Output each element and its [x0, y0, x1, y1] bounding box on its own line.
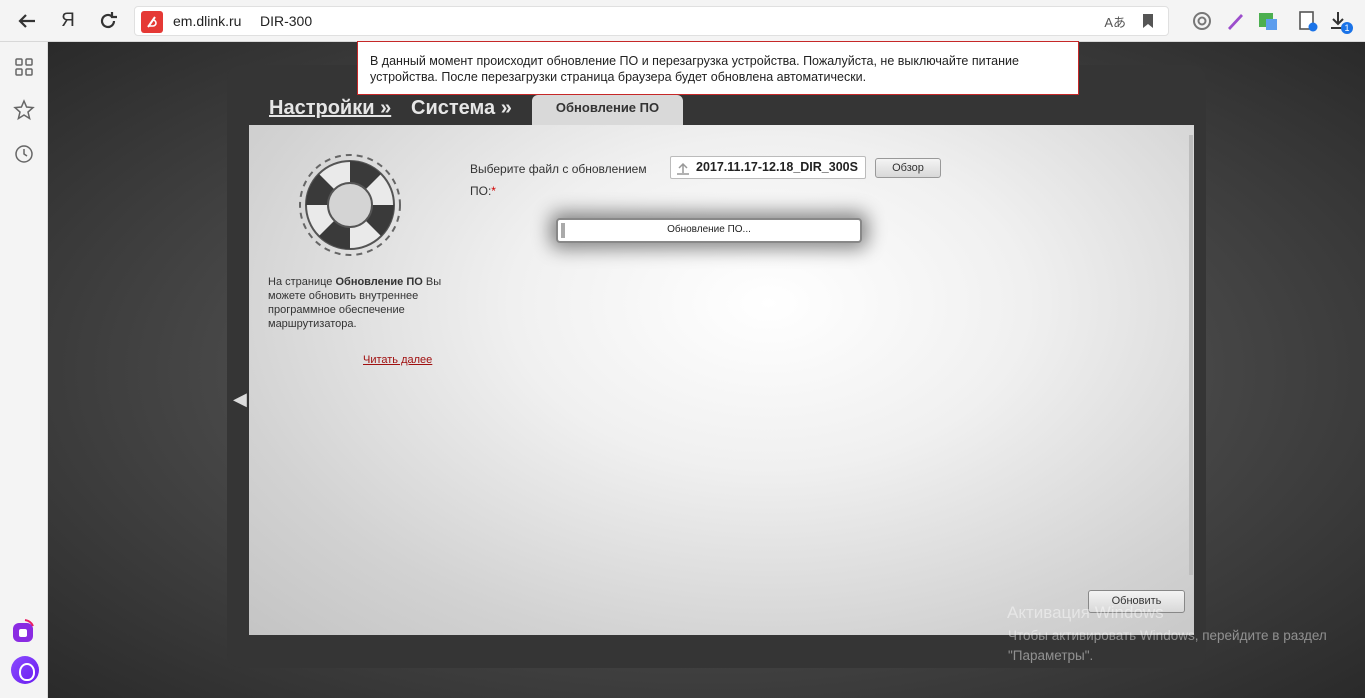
- tab-extension-icon[interactable]: [1297, 10, 1319, 32]
- breadcrumb-settings[interactable]: Настройки »: [269, 97, 391, 120]
- file-field-label: Выберите файл с обновлением ПО:*: [470, 158, 660, 202]
- description-bold: Обновление ПО: [335, 276, 423, 288]
- alice-media-icon[interactable]: [11, 618, 37, 644]
- file-label-text: Выберите файл с обновлением ПО:: [470, 162, 647, 198]
- back-arrow-icon[interactable]: [14, 8, 40, 34]
- address-host: em.dlink.ru: [173, 13, 242, 29]
- required-mark: *: [491, 184, 496, 198]
- browser-sidebar: [0, 42, 48, 698]
- yandex-logo-icon[interactable]: Я: [55, 8, 81, 34]
- upload-icon: [677, 162, 689, 175]
- address-page-title: DIR-300: [260, 13, 313, 29]
- favorites-star-icon[interactable]: [13, 99, 35, 121]
- bookmark-icon[interactable]: [1142, 13, 1154, 29]
- tabs-grid-icon[interactable]: [13, 56, 35, 78]
- protect-extension-icon[interactable]: [1191, 10, 1213, 32]
- activation-watermark-text: Чтобы активировать Windows, перейдите в …: [1008, 628, 1327, 663]
- downloads-button[interactable]: 1: [1328, 10, 1353, 34]
- android-extension-icon[interactable]: [1257, 10, 1279, 32]
- alice-assistant-icon[interactable]: [11, 656, 39, 684]
- download-count-badge: 1: [1341, 22, 1353, 34]
- reboot-notice: В данный момент происходит обновление ПО…: [357, 41, 1079, 95]
- lifebuoy-icon: [299, 154, 401, 256]
- history-clock-icon[interactable]: [13, 143, 35, 165]
- breadcrumb-system: Система »: [411, 97, 512, 119]
- router-frame: Настройки » Система » Обновление ПО На с…: [227, 65, 1206, 668]
- browser-toolbar: Я em.dlink.ru DIR-300 Aあ 1: [0, 0, 1365, 42]
- collapse-menu-arrow-icon[interactable]: ◀: [233, 389, 247, 410]
- reload-icon[interactable]: [95, 8, 121, 34]
- site-security-icon[interactable]: [141, 11, 163, 33]
- page-description: На странице Обновление ПО Вы можете обно…: [268, 275, 448, 331]
- translate-icon[interactable]: Aあ: [1104, 12, 1126, 31]
- progress-text: Обновление ПО...: [667, 224, 751, 235]
- content-scrollbar[interactable]: [1189, 135, 1193, 575]
- content-panel: На странице Обновление ПО Вы можете обно…: [249, 125, 1194, 635]
- address-bar[interactable]: em.dlink.ru DIR-300 Aあ: [134, 6, 1169, 36]
- firmware-file-input[interactable]: 2017.11.17-12.18_DIR_300S: [670, 156, 866, 179]
- read-more-link[interactable]: Читать далее: [363, 354, 432, 366]
- activation-watermark-title: Активация Windows: [1007, 603, 1164, 622]
- tab-firmware-update[interactable]: Обновление ПО: [532, 95, 683, 126]
- file-name-value: 2017.11.17-12.18_DIR_300S: [696, 160, 858, 174]
- update-progress-dialog: Обновление ПО...: [556, 218, 862, 243]
- browse-button[interactable]: Обзор: [875, 158, 941, 178]
- pen-extension-icon[interactable]: [1224, 10, 1246, 32]
- router-page: Настройки » Система » Обновление ПО На с…: [48, 42, 1365, 698]
- description-prefix: На странице: [268, 276, 336, 288]
